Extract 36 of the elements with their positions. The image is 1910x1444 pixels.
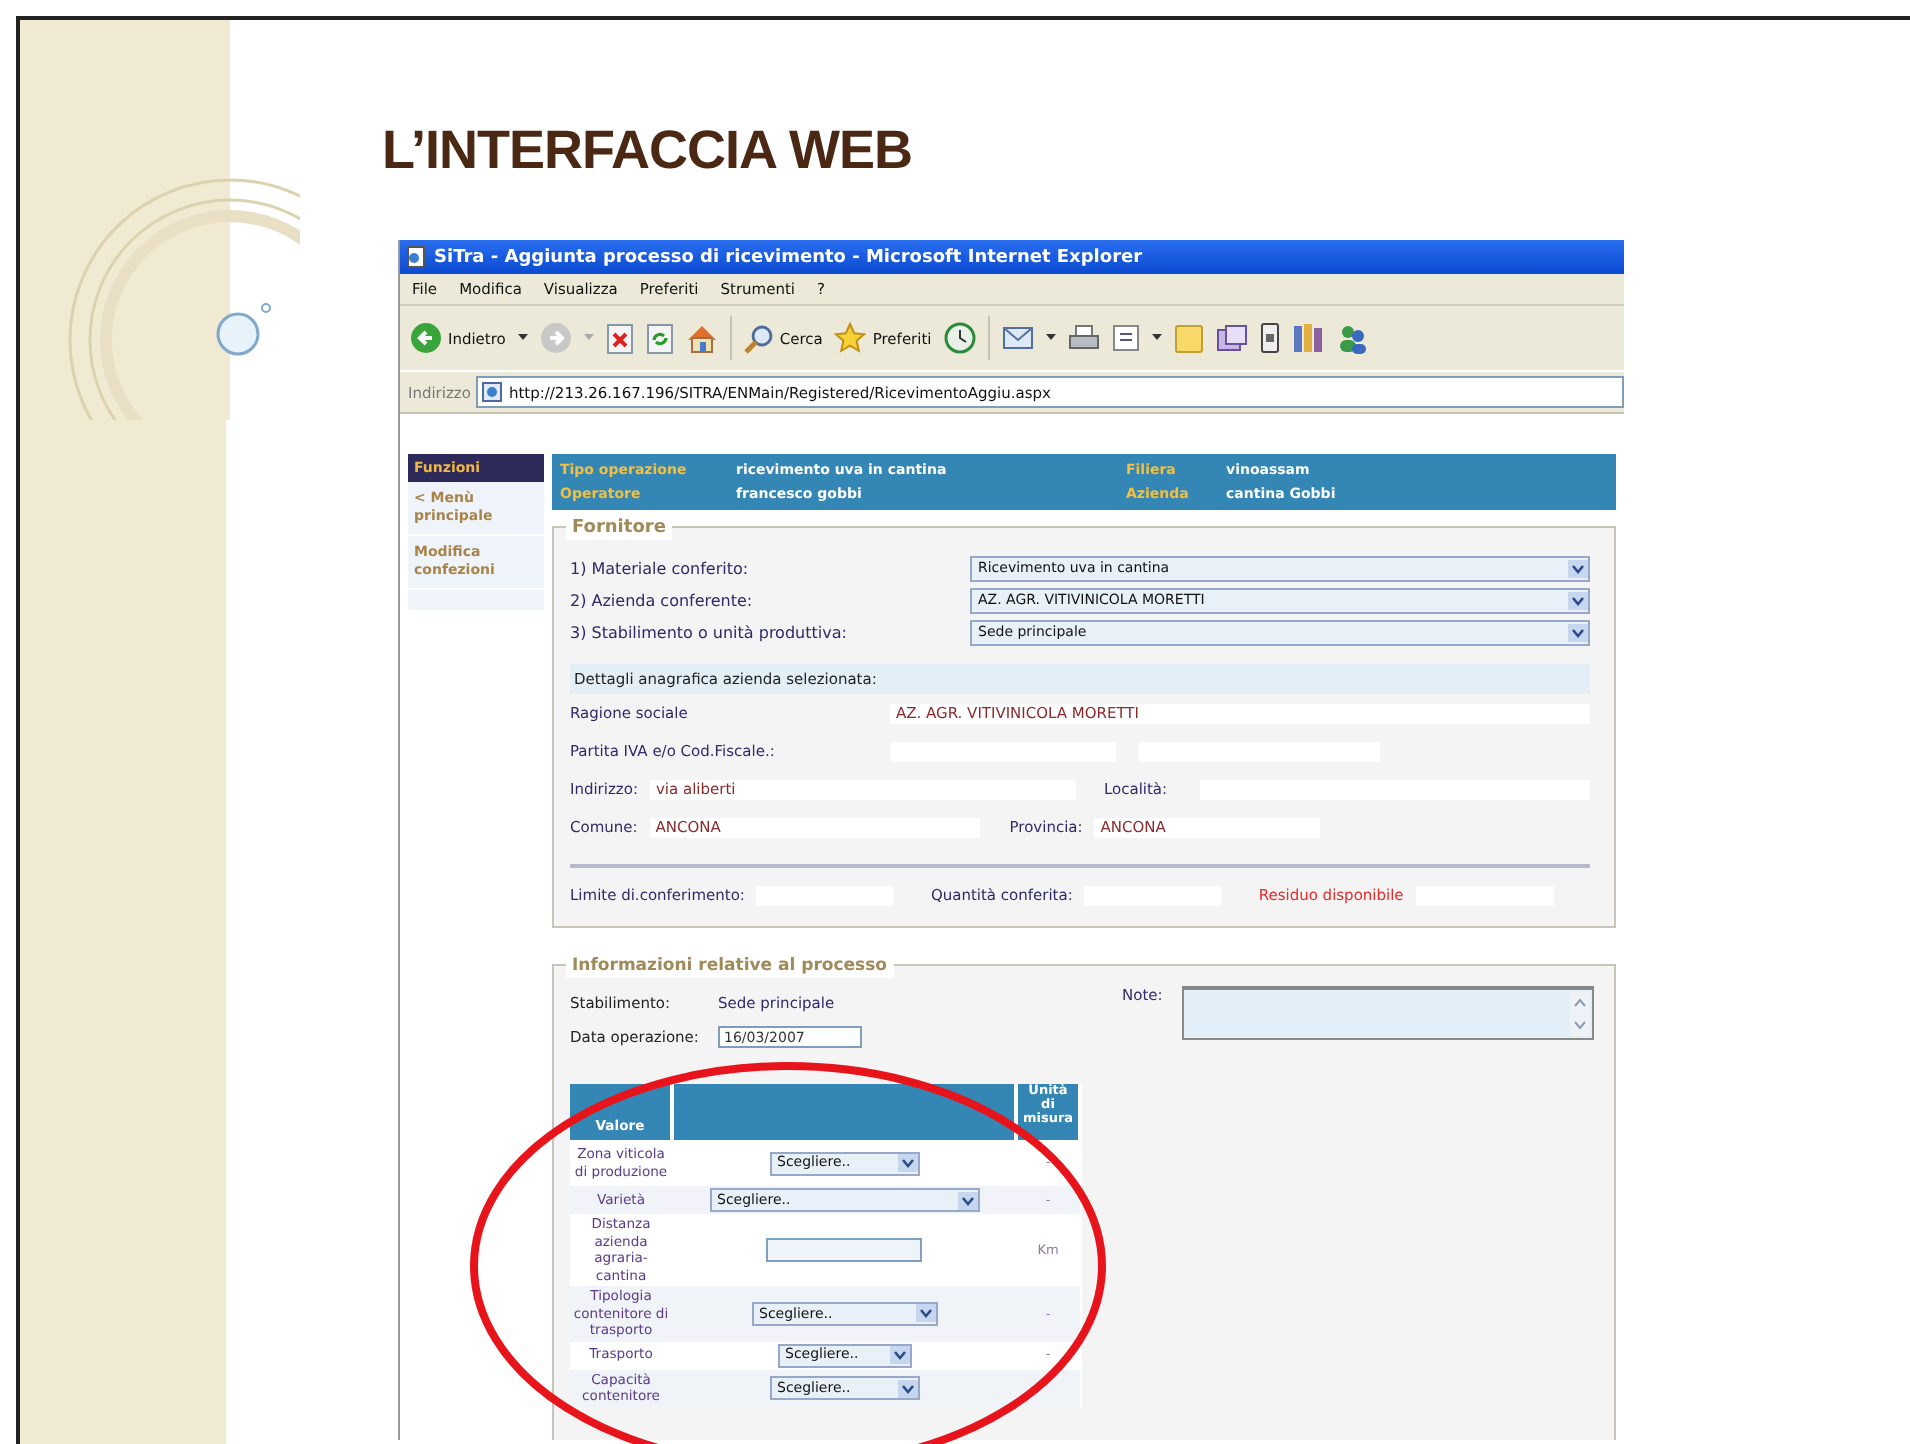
history-icon[interactable]	[943, 322, 976, 354]
stop-icon[interactable]	[605, 323, 634, 353]
slide-title: L’INTERFACCIA WEB	[382, 120, 914, 184]
section-legend: Informazioni relative al processo	[566, 954, 893, 978]
star-icon[interactable]	[834, 322, 867, 354]
media-icon[interactable]	[1215, 323, 1248, 353]
device-icon[interactable]	[1259, 322, 1280, 354]
page-icon	[482, 382, 503, 402]
dropdown-arrow-icon[interactable]	[1568, 591, 1588, 609]
dropdown-arrow-icon[interactable]	[1568, 559, 1588, 577]
dropdown-arrow-icon[interactable]	[897, 1379, 917, 1397]
field-label: 1) Materiale conferito:	[570, 559, 751, 577]
books-icon[interactable]	[1291, 322, 1324, 354]
dropdown-arrow-icon[interactable]	[897, 1154, 917, 1172]
mail-icon[interactable]	[1001, 324, 1034, 352]
dropdown-arrow-icon[interactable]	[889, 1346, 909, 1364]
window-title: SiTra - Aggiunta processo di ricevimento - Microsoft Internet Explorer	[434, 247, 1143, 267]
input-field[interactable]	[766, 1237, 922, 1261]
notes-field[interactable]	[1182, 986, 1594, 1040]
caret-icon[interactable]	[1151, 334, 1162, 342]
dropdown-arrow-icon[interactable]	[1568, 623, 1588, 641]
scrollbar-drawing	[1570, 992, 1590, 1036]
dropdown-arrow-icon[interactable]	[957, 1191, 977, 1209]
print-icon[interactable]	[1067, 323, 1100, 353]
field-label: 2) Azienda conferente:	[570, 591, 755, 609]
people-icon[interactable]	[1335, 322, 1368, 354]
document-icon[interactable]	[1111, 324, 1140, 352]
page-icon	[406, 246, 426, 268]
refresh-icon[interactable]	[645, 323, 674, 353]
caret-icon[interactable]	[517, 334, 528, 342]
section-legend: Fornitore	[566, 516, 672, 540]
dropdown-arrow-icon[interactable]	[915, 1304, 935, 1323]
caret-icon[interactable]	[1045, 334, 1056, 342]
field-label: 3) Stabilimento o unità produttiva:	[570, 623, 849, 641]
search-icon[interactable]	[743, 323, 774, 353]
home-icon[interactable]	[685, 323, 718, 353]
